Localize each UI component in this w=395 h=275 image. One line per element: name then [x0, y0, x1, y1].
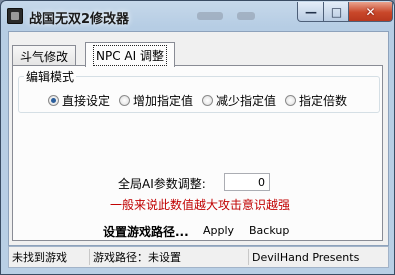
window-title: 战国无双2修改器 [29, 12, 130, 27]
tab-npc-ai-label: NPC AI 调整 [93, 44, 167, 66]
radio-multiplier-label: 指定倍数 [299, 94, 348, 108]
edit-mode-group: 编辑模式 直接设定 增加指定值 减少指定值 指定倍数 [18, 68, 380, 113]
radio-multiplier[interactable]: 指定倍数 [285, 92, 347, 109]
radio-icon[interactable] [285, 95, 297, 106]
backup-button[interactable]: Backup [249, 224, 289, 237]
ai-param-hint: 一般来说此数值越大攻击意识越强 [110, 198, 291, 212]
radio-direct-set[interactable]: 直接设定 [48, 92, 110, 109]
radio-direct-set-label: 直接设定 [62, 94, 111, 108]
radio-increase-label: 增加指定值 [133, 94, 194, 108]
tab-npc-ai[interactable]: NPC AI 调整 [85, 42, 175, 67]
client-area: 斗气修改 NPC AI 调整 编辑模式 直接设定 增加指定值 减少指定值 指定倍… [8, 31, 389, 246]
radio-decrease-label: 减少指定值 [216, 94, 277, 108]
ai-param-label: 全局AI参数调整: [118, 177, 206, 191]
title-bar[interactable]: 战国无双2修改器 — □ ✕ [1, 1, 394, 31]
app-icon [7, 8, 23, 24]
ai-param-input[interactable] [224, 173, 270, 191]
radio-icon[interactable] [202, 95, 214, 106]
apply-button[interactable]: Apply [203, 224, 234, 237]
status-game: 未找到游戏 [9, 249, 90, 265]
radio-checked-icon[interactable] [48, 95, 59, 106]
radio-decrease[interactable]: 减少指定值 [202, 92, 276, 109]
status-credit: DevilHand Presents [252, 250, 360, 264]
status-game-path: 游戏路径：未设置 [90, 249, 249, 265]
edit-mode-legend: 编辑模式 [24, 68, 77, 85]
app-window: 战国无双2修改器 — □ ✕ 斗气修改 NPC AI 调整 编辑模式 直接设定 [0, 0, 395, 275]
tab-qi-edit-label: 斗气修改 [20, 49, 69, 64]
blurred-title-text [197, 12, 223, 20]
set-game-path-button[interactable]: 设置游戏路径... [103, 223, 189, 240]
edit-mode-options: 直接设定 增加指定值 减少指定值 指定倍数 [48, 92, 356, 109]
radio-increase[interactable]: 增加指定值 [119, 92, 193, 109]
maximize-button[interactable]: □ [323, 2, 350, 22]
tab-qi-edit[interactable]: 斗气修改 [12, 45, 77, 66]
close-button[interactable]: ✕ [348, 2, 393, 22]
blurred-title-text-2 [237, 12, 255, 20]
radio-icon[interactable] [119, 95, 131, 106]
status-bar: 未找到游戏 游戏路径：未设置 DevilHand Presents [8, 246, 389, 268]
tab-panel: 编辑模式 直接设定 增加指定值 减少指定值 指定倍数 全局AI参数调整: 0 一… [12, 65, 383, 241]
minimize-button[interactable]: — [297, 2, 325, 22]
